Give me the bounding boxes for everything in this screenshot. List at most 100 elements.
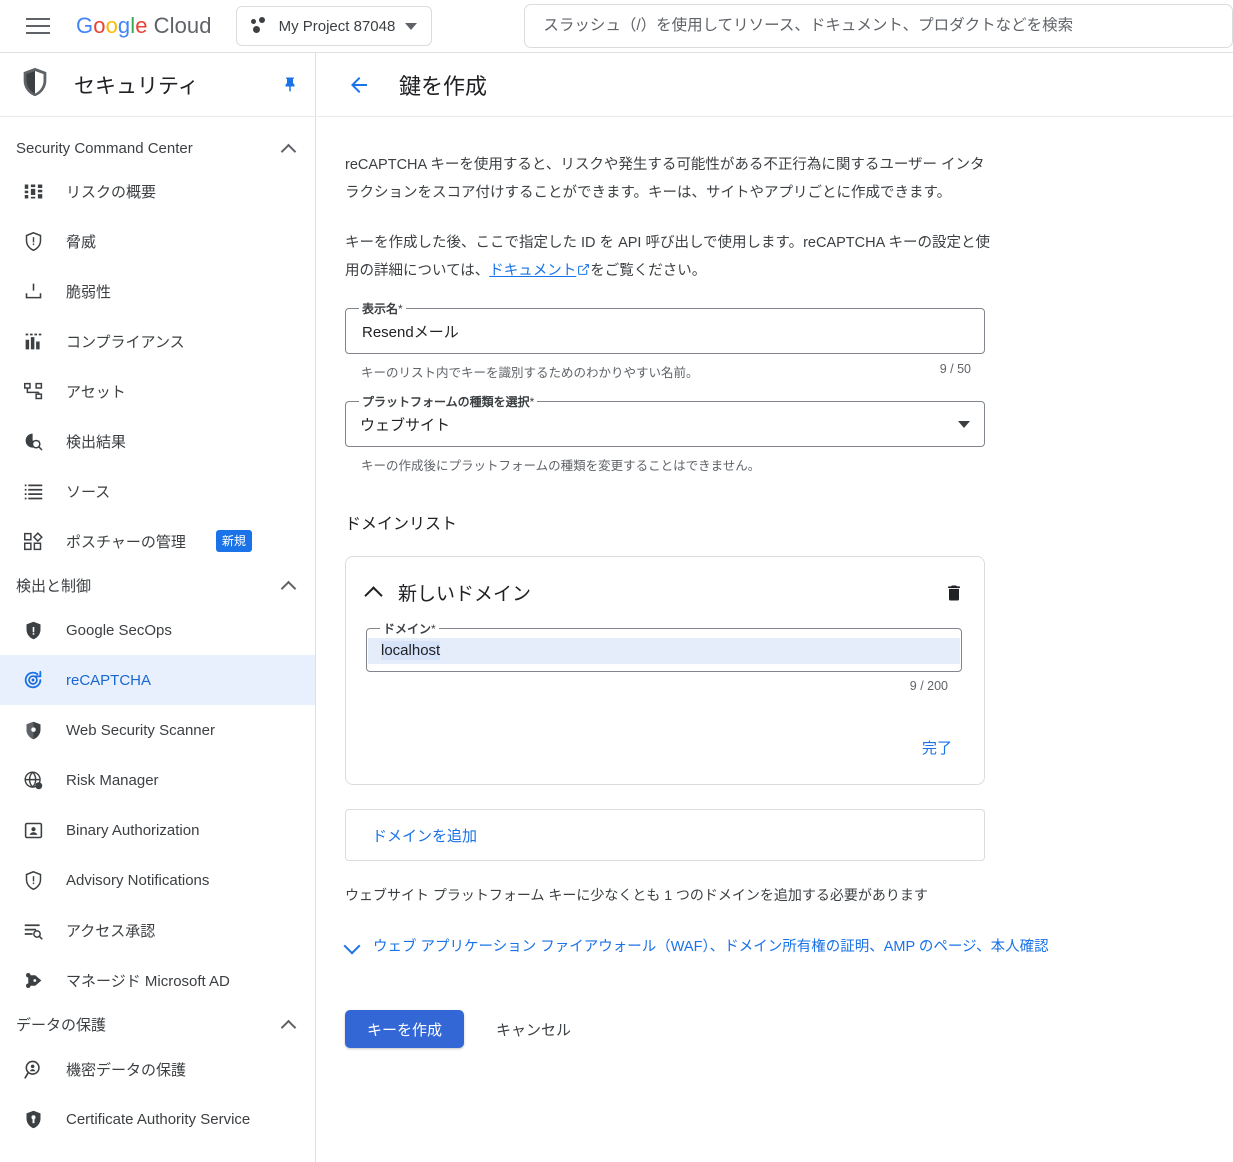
- sidebar-item-label: 脅威: [66, 233, 97, 251]
- sidebar-item-label: アセット: [66, 383, 126, 401]
- pin-icon[interactable]: [281, 76, 299, 94]
- global-search[interactable]: [524, 4, 1233, 48]
- domain-helper-row: 9 / 200: [366, 672, 962, 693]
- sidebar-item-label: 検出結果: [66, 433, 127, 451]
- sidebar-item-label: コンプライアンス: [66, 333, 185, 351]
- domain-outline[interactable]: localhost: [366, 628, 962, 672]
- domain-card-header: 新しいドメイン: [366, 579, 964, 606]
- google-cloud-logo[interactable]: Google Cloud: [76, 13, 212, 39]
- create-key-button[interactable]: キーを作成: [345, 1010, 465, 1048]
- sidebar-item-risk-overview[interactable]: リスクの概要: [0, 166, 315, 216]
- page-header: 鍵を作成: [317, 53, 1233, 117]
- display-name-label: 表示名*: [359, 300, 406, 317]
- sidebar-item-label: Certificate Authority Service: [66, 1110, 251, 1128]
- search-input[interactable]: [541, 16, 1216, 36]
- sidebar-item-label: 機密データの保護: [66, 1061, 187, 1079]
- platform-helper-row: キーの作成後にプラットフォームの種類を変更することはできません。: [345, 447, 985, 474]
- assets-nodes-icon: [22, 380, 44, 402]
- sidebar-item-label: 脆弱性: [66, 283, 112, 301]
- chevron-up-icon: [283, 580, 295, 592]
- nav-group-label: 検出と制御: [16, 578, 92, 595]
- domain-label: ドメイン*: [380, 620, 439, 637]
- documentation-link[interactable]: ドキュメント: [489, 263, 576, 279]
- chevron-up-icon: [283, 1019, 295, 1031]
- sidebar-item-compliance[interactable]: コンプライアンス: [0, 316, 315, 366]
- chevron-down-icon: [958, 420, 970, 428]
- sidebar-item-posture-management[interactable]: ポスチャーの管理 新規: [0, 516, 315, 566]
- chevron-up-icon[interactable]: [366, 585, 382, 601]
- sidebar-item-assets[interactable]: アセット: [0, 366, 315, 416]
- chevron-up-icon: [283, 143, 295, 155]
- nav-group-detection-control[interactable]: 検出と制御: [0, 566, 315, 605]
- display-name-input[interactable]: [360, 321, 970, 341]
- sidebar-item-label: アクセス承認: [66, 922, 156, 940]
- form-actions: キーを作成 キャンセル: [345, 1010, 1203, 1048]
- sidebar-item-findings[interactable]: 検出結果: [0, 416, 315, 466]
- certificate-icon: [22, 1108, 44, 1130]
- cancel-button[interactable]: キャンセル: [482, 1011, 585, 1048]
- page-title: 鍵を作成: [399, 73, 488, 99]
- sidebar-item-sources[interactable]: ソース: [0, 466, 315, 516]
- web-scanner-shield-icon: [22, 719, 44, 741]
- access-approval-icon: [22, 919, 44, 941]
- domain-input-value[interactable]: localhost: [381, 640, 441, 660]
- display-name-outline[interactable]: [345, 308, 985, 354]
- sidebar-header: セキュリティ: [0, 53, 315, 117]
- sidebar-item-risk-manager[interactable]: Risk Manager: [0, 755, 315, 805]
- platform-select-value: ウェブサイト: [360, 416, 451, 434]
- nav-group-data-protection[interactable]: データの保護: [0, 1005, 315, 1044]
- platform-select-field[interactable]: プラットフォームの種類を選択* ウェブサイト: [345, 393, 985, 447]
- external-link-icon: [577, 258, 590, 286]
- display-name-field[interactable]: 表示名*: [345, 300, 985, 354]
- domain-card: 新しいドメイン ドメイン* localhost 9 / 200 完了: [345, 556, 985, 785]
- secops-shield-icon: [22, 619, 44, 641]
- sidebar-title: セキュリティ: [74, 74, 199, 98]
- sidebar-item-label: Google SecOps: [66, 621, 172, 639]
- managed-ad-icon: [22, 969, 44, 991]
- findings-search-icon: [22, 430, 44, 452]
- sidebar-item-threats[interactable]: 脅威: [0, 216, 315, 266]
- display-name-helper-row: キーのリスト内でキーを識別するためのわかりやすい名前。 9 / 50: [345, 354, 985, 381]
- add-domain-label: ドメインを追加: [372, 827, 478, 845]
- sidebar-item-certificate-authority-service[interactable]: Certificate Authority Service: [0, 1094, 315, 1144]
- chevron-down-icon: [345, 939, 359, 953]
- sidebar-item-label: ポスチャーの管理: [66, 533, 186, 551]
- sidebar-item-access-approval[interactable]: アクセス承認: [0, 905, 315, 955]
- trash-icon[interactable]: [944, 583, 964, 603]
- sidebar-item-web-security-scanner[interactable]: Web Security Scanner: [0, 705, 315, 755]
- domain-counter: 9 / 200: [909, 679, 948, 693]
- sensitive-data-icon: [22, 1058, 44, 1080]
- advanced-settings-disclosure[interactable]: ウェブ アプリケーション ファイアウォール（WAF）、ドメイン所有権の証明、AM…: [345, 935, 1203, 956]
- sidebar-item-recaptcha[interactable]: reCAPTCHA: [0, 655, 315, 705]
- add-domain-button[interactable]: ドメインを追加: [345, 809, 985, 861]
- done-button[interactable]: 完了: [910, 729, 964, 766]
- sidebar-item-label: マネージド Microsoft AD: [66, 972, 230, 990]
- sidebar-item-label: リスクの概要: [66, 183, 157, 201]
- sidebar-item-label: ソース: [66, 483, 111, 501]
- text-selection-highlight: [368, 638, 960, 664]
- back-arrow-icon[interactable]: [347, 73, 371, 97]
- shield-icon: [18, 65, 52, 104]
- sidebar-item-label: Binary Authorization: [66, 821, 200, 839]
- sidebar-item-managed-microsoft-ad[interactable]: マネージド Microsoft AD: [0, 955, 315, 1005]
- nav-group-security-command-center[interactable]: Security Command Center: [0, 131, 315, 166]
- display-name-counter: 9 / 50: [939, 362, 971, 376]
- hamburger-menu-icon[interactable]: [14, 2, 62, 50]
- domain-field[interactable]: ドメイン* localhost: [366, 620, 962, 672]
- nav-group-label: Security Command Center: [16, 140, 193, 157]
- sidebar-item-sensitive-data-protection[interactable]: 機密データの保護: [0, 1044, 315, 1094]
- compliance-chart-icon: [22, 330, 44, 352]
- display-name-helper-text: キーのリスト内でキーを識別するためのわかりやすい名前。: [361, 366, 699, 380]
- recaptcha-icon: [22, 669, 44, 691]
- project-picker[interactable]: My Project 87048: [235, 6, 433, 46]
- sidebar-item-advisory-notifications[interactable]: Advisory Notifications: [0, 855, 315, 905]
- platform-helper-text: キーの作成後にプラットフォームの種類を変更することはできません。: [361, 459, 761, 473]
- advanced-settings-label: ウェブ アプリケーション ファイアウォール（WAF）、ドメイン所有権の証明、AM…: [373, 939, 1049, 955]
- top-app-bar: Google Cloud My Project 87048: [0, 0, 1233, 53]
- sidebar-item-vulnerabilities[interactable]: 脆弱性: [0, 266, 315, 316]
- nav-group-label: データの保護: [16, 1017, 107, 1034]
- sidebar-item-binary-authorization[interactable]: Binary Authorization: [0, 805, 315, 855]
- sidebar-item-google-secops[interactable]: Google SecOps: [0, 605, 315, 655]
- sidebar: セキュリティ Security Command Center リスクの概要 脅威: [0, 53, 316, 1162]
- platform-select-label: プラットフォームの種類を選択*: [359, 393, 538, 410]
